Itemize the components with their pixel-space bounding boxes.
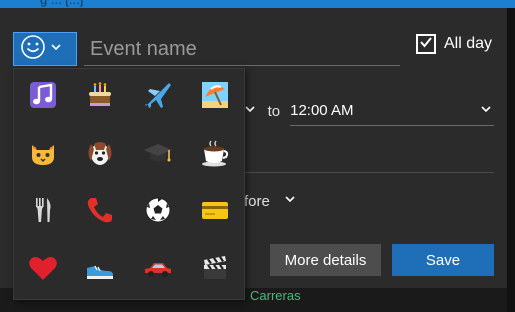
background-calendar-text: Carreras <box>250 288 301 303</box>
reminder-text: fore <box>244 192 270 210</box>
all-day-label: All day <box>444 35 493 52</box>
divider <box>244 172 494 173</box>
airplane-icon <box>142 79 174 116</box>
emoji-birthday-cake[interactable] <box>72 69 130 127</box>
emoji-fork-and-knife[interactable] <box>14 184 72 242</box>
reminder-dropdown[interactable]: fore <box>244 192 296 210</box>
end-time-dropdown[interactable]: 12:00 AM <box>290 96 494 126</box>
sneaker-icon <box>84 252 116 289</box>
coffee-icon <box>199 137 231 174</box>
to-label: to <box>267 102 281 120</box>
car-icon <box>142 252 174 289</box>
start-time-dropdown[interactable] <box>244 102 258 120</box>
emoji-credit-card[interactable] <box>187 184 245 242</box>
all-day-checkbox[interactable] <box>416 34 436 54</box>
chevron-down-icon <box>284 192 296 210</box>
music-note-icon <box>27 79 59 116</box>
beach-umbrella-icon <box>199 79 231 116</box>
soccer-ball-icon <box>142 194 174 231</box>
emoji-music-note[interactable] <box>14 69 72 127</box>
all-day-toggle[interactable]: All day <box>416 34 492 54</box>
credit-card-icon <box>199 194 231 231</box>
fork-and-knife-icon <box>27 194 59 231</box>
emoji-soccer-ball[interactable] <box>129 184 187 242</box>
time-row: to 12:00 AM <box>244 96 494 126</box>
emoji-sneaker[interactable] <box>72 242 130 300</box>
header-partial-text: g ... [...] <box>40 0 83 8</box>
emoji-beach-umbrella[interactable] <box>187 69 245 127</box>
save-button[interactable]: Save <box>392 244 494 276</box>
chevron-down-icon <box>480 102 492 120</box>
emoji-clapper-board[interactable] <box>187 242 245 300</box>
clapper-board-icon <box>199 252 231 289</box>
emoji-picker-popup <box>13 68 245 300</box>
telephone-icon <box>84 194 116 231</box>
emoji-heart[interactable] <box>14 242 72 300</box>
chevron-down-icon <box>244 102 256 120</box>
emoji-airplane[interactable] <box>129 69 187 127</box>
checkmark-icon <box>419 35 433 54</box>
graduation-cap-icon <box>142 137 174 174</box>
birthday-cake-icon <box>84 79 116 116</box>
emoji-telephone[interactable] <box>72 184 130 242</box>
emoji-picker-button[interactable] <box>13 32 77 66</box>
end-time-value: 12:00 AM <box>290 102 354 119</box>
smiley-icon <box>20 34 46 65</box>
event-name-input[interactable]: Event name <box>84 32 400 66</box>
emoji-car[interactable] <box>129 242 187 300</box>
emoji-coffee[interactable] <box>187 127 245 185</box>
more-details-button[interactable]: More details <box>270 244 381 276</box>
heart-icon <box>27 252 59 289</box>
chevron-down-icon <box>50 40 62 58</box>
panel-edge <box>507 8 515 312</box>
emoji-graduation-cap[interactable] <box>129 127 187 185</box>
emoji-dog-face[interactable] <box>72 127 130 185</box>
top-accent-bar: g ... [...] <box>0 0 515 8</box>
dog-face-icon <box>84 137 116 174</box>
cat-face-icon <box>27 137 59 174</box>
emoji-cat-face[interactable] <box>14 127 72 185</box>
